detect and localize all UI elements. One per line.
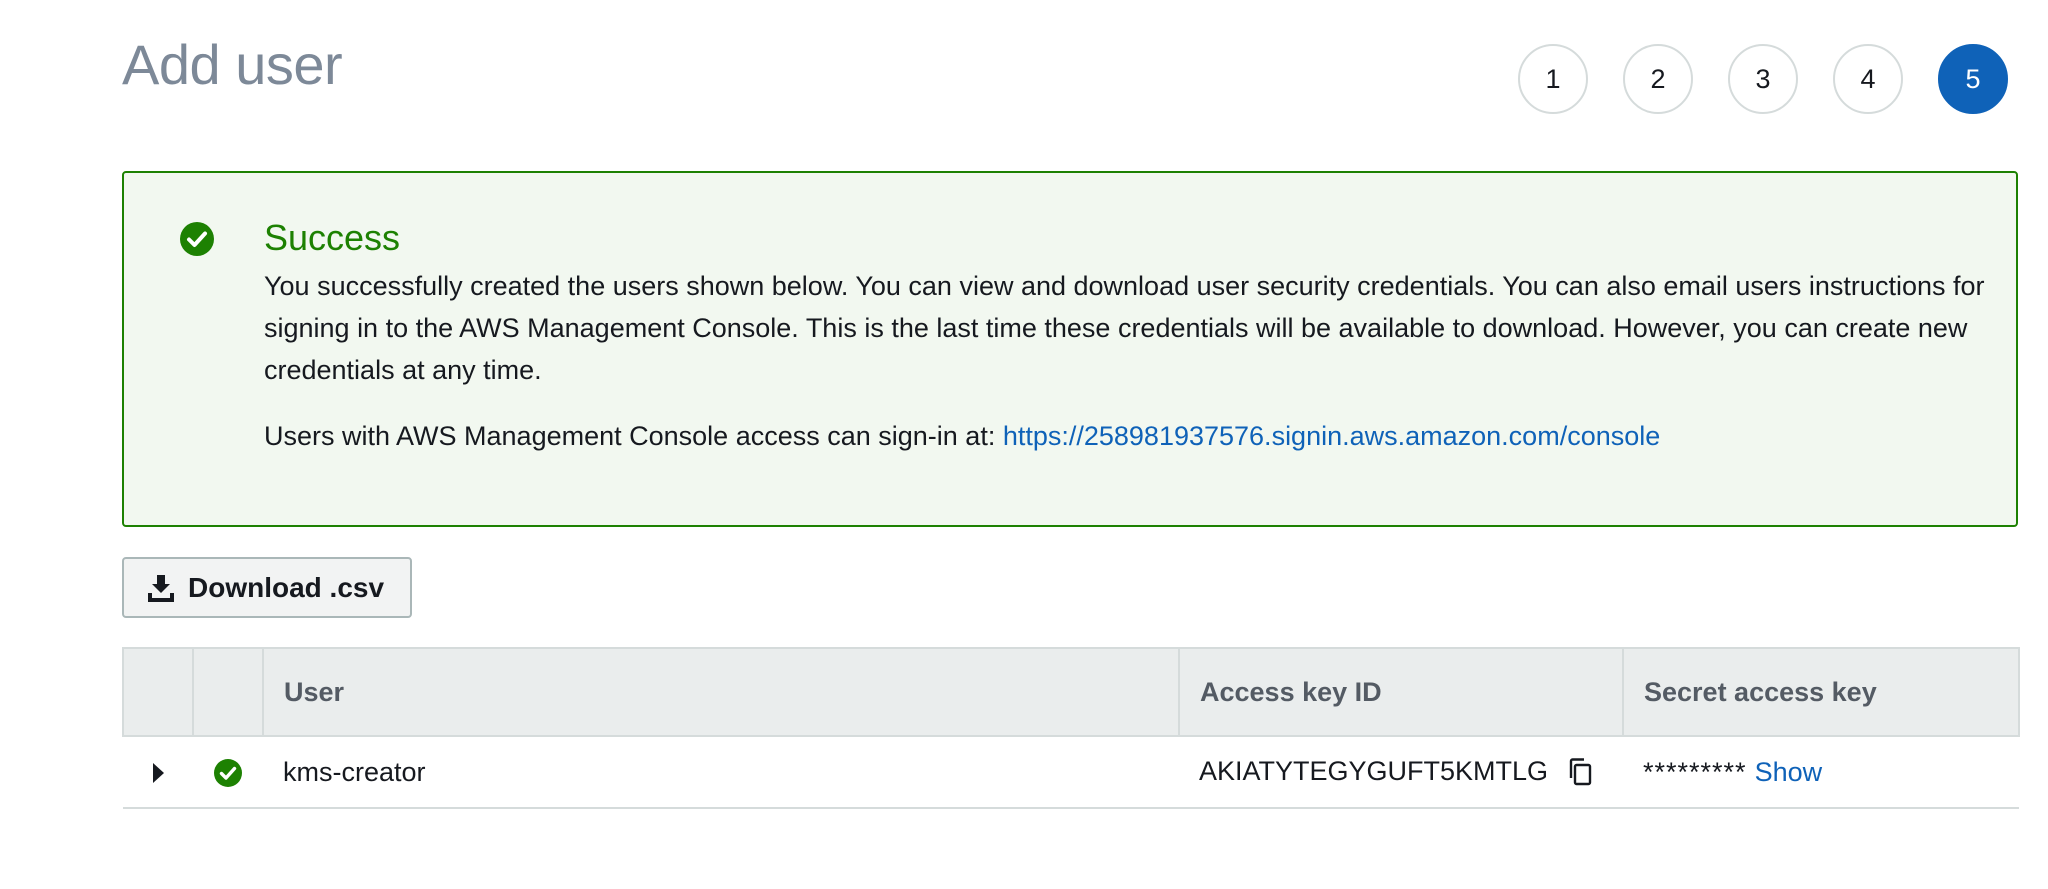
user-name: kms-creator <box>263 736 1179 809</box>
signin-info: Users with AWS Management Console access… <box>264 415 1660 457</box>
show-secret-link[interactable]: Show <box>1755 757 1823 787</box>
success-alert: Success You successfully created the use… <box>122 171 2018 527</box>
download-csv-button[interactable]: Download .csv <box>122 557 412 618</box>
alert-title: Success <box>264 217 401 258</box>
step-5-current: 5 <box>1938 44 2008 114</box>
users-table: User Access key ID Secret access key kms… <box>122 647 2020 809</box>
access-key-id: AKIATYTEGYGUFT5KMTLG <box>1199 755 1549 786</box>
table-header-row: User Access key ID Secret access key <box>122 647 2020 737</box>
console-signin-link[interactable]: https://258981937576.signin.aws.amazon.c… <box>1003 421 1660 451</box>
header-expand <box>122 647 194 737</box>
check-circle-icon <box>214 758 242 787</box>
step-4: 4 <box>1833 44 1903 114</box>
caret-right-icon[interactable] <box>152 763 164 784</box>
download-label: Download .csv <box>188 571 385 603</box>
wizard-steps: 1 2 3 4 5 <box>1518 44 2008 114</box>
table-row: kms-creator AKIATYTEGYGUFT5KMTLG *******… <box>123 736 2019 809</box>
header-secret-access-key: Secret access key <box>1622 647 2020 737</box>
header-status <box>192 647 264 737</box>
header-user: User <box>262 647 1180 737</box>
alert-message: You successfully created the users shown… <box>264 271 1985 385</box>
check-circle-icon <box>180 222 214 256</box>
expand-cell <box>123 736 193 809</box>
access-key-cell: AKIATYTEGYGUFT5KMTLG <box>1179 736 1623 809</box>
secret-key-cell: ********* Show <box>1623 736 2019 809</box>
secret-key-masked: ********* <box>1643 756 1747 787</box>
header-access-key-id: Access key ID <box>1178 647 1624 737</box>
status-cell <box>193 736 263 809</box>
step-3: 3 <box>1728 44 1798 114</box>
step-1: 1 <box>1518 44 1588 114</box>
copy-icon[interactable] <box>1564 756 1596 788</box>
signin-prefix: Users with AWS Management Console access… <box>264 421 1003 451</box>
step-2: 2 <box>1623 44 1693 114</box>
page-title: Add user <box>122 33 343 96</box>
download-icon <box>148 574 174 602</box>
